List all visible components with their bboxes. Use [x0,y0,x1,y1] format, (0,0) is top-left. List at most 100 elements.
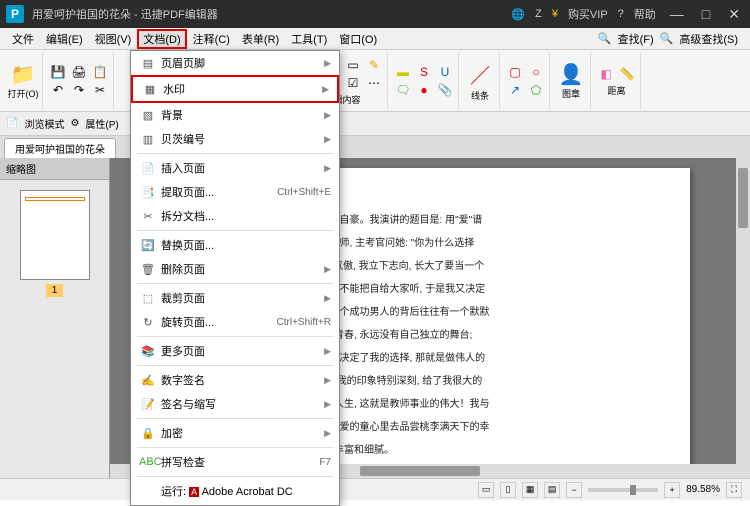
globe-icon[interactable]: 🌐 [511,8,525,21]
submenu-arrow-icon: ▶ [324,134,331,145]
user-label[interactable]: Z [535,8,542,20]
submenu-arrow-icon: ▶ [324,428,331,439]
titlebar: P 用爱呵护祖国的花朵 - 迅捷PDF编辑器 🌐 Z ¥ 购买VIP ? 帮助 … [0,0,750,28]
arrow-tool[interactable]: ↗ [505,81,525,99]
menu-insert-page[interactable]: 📄 插入页面 ▶ [131,156,339,180]
note-tool[interactable]: 🗨 [393,81,413,99]
open-button[interactable]: 📁 打开(O) [7,62,39,100]
flatten-icon: 📝 [139,398,157,411]
content-area: 缩略图 1 朋友们: 机会参加这次演讲, 我感到无比荣幸和自豪。我演讲的题目是:… [0,158,750,478]
print-button[interactable]: 🖨 [69,63,89,81]
replace-page-icon: 🔄 [139,239,157,252]
stamp-tool[interactable]: ● [414,81,434,99]
help-icon[interactable]: ? [618,8,624,20]
zoom-in-button[interactable]: + [664,482,680,498]
cut-button[interactable]: ✂ [90,81,110,99]
view-mode-2[interactable]: ▯ [500,482,516,498]
underline-tool[interactable]: U [435,63,455,81]
submenu-arrow-icon: ▶ [324,346,331,357]
search-icon[interactable]: 🔍 [598,32,612,45]
window-title: 用爱呵护祖国的花朵 - 迅捷PDF编辑器 [32,6,511,22]
more-tool[interactable]: ⋯ [364,74,384,92]
menu-search[interactable]: 查找(F) [612,29,660,49]
props-icon[interactable]: ⚙ [70,118,79,129]
menu-separator [137,153,333,154]
view-mode-1[interactable]: ▭ [478,482,494,498]
browse-mode-label[interactable]: 浏览模式 [24,116,64,131]
document-tab[interactable]: 用爱呵护祖国的花朵 [4,138,116,158]
menu-adv-search[interactable]: 高级查找(S) [673,29,744,49]
menu-file[interactable]: 文件 [6,29,40,49]
zoom-value: 89.58% [686,484,720,495]
menu-document[interactable]: 文档(D) [137,29,186,49]
menu-watermark[interactable]: ▦ 水印 ▶ [131,75,339,103]
menu-replace-page[interactable]: 🔄 替换页面... [131,233,339,257]
rotate-icon: ↻ [139,316,157,329]
menu-run-in[interactable]: 运行: A Adobe Acrobat DC [131,479,339,503]
menu-background[interactable]: ▧ 背景 ▶ [131,103,339,127]
minimize-button[interactable]: — [666,6,688,22]
lines-button[interactable]: ／ 线条 [464,62,496,100]
toolbar2: 📄 浏览模式 ⚙ 属性(P) [0,112,750,136]
page-thumbnail[interactable] [20,190,90,280]
measure-tool[interactable]: 📏 [617,65,637,83]
close-button[interactable]: ✕ [724,6,744,23]
pencil-tool[interactable]: ✎ [364,56,384,74]
help-link[interactable]: 帮助 [634,6,656,22]
copy-button[interactable]: 📋 [90,63,110,81]
distance-label: 距离 [607,84,625,97]
stamp-button[interactable]: 👤 图章 [555,62,587,100]
rect-tool[interactable]: ▢ [505,63,525,81]
menu-digital-signature[interactable]: ✍ 数字签名 ▶ [131,368,339,392]
menu-delete-page[interactable]: 🗑 删除页面 ▶ [131,257,339,281]
menu-encrypt[interactable]: 🔒 加密 ▶ [131,421,339,445]
vip-icon[interactable]: ¥ [552,8,558,20]
lock-icon: 🔒 [139,427,157,440]
adv-search-icon[interactable]: 🔍 [660,32,674,45]
menu-separator [137,230,333,231]
more-pages-icon: 📚 [139,345,157,358]
strike-tool[interactable]: S [414,63,434,81]
eraser-tool[interactable]: ◧ [596,65,616,83]
poly-tool[interactable]: ⬠ [526,81,546,99]
menu-comment[interactable]: 注释(C) [187,29,236,49]
buy-vip-link[interactable]: 购买VIP [568,6,608,22]
stamp-icon: 👤 [559,62,584,87]
menu-spell-check[interactable]: ABC 拼写检查 F7 [131,450,339,474]
zoom-slider[interactable] [588,488,658,492]
save-button[interactable]: 💾 [48,63,68,81]
menu-form[interactable]: 表单(R) [236,29,285,49]
undo-button[interactable]: ↶ [48,81,68,99]
fit-button[interactable]: ⛶ [726,482,742,498]
menu-crop-page[interactable]: ⬚ 裁剪页面 ▶ [131,286,339,310]
view-mode-3[interactable]: ▦ [522,482,538,498]
view-mode-4[interactable]: ▤ [544,482,560,498]
menu-tools[interactable]: 工具(T) [285,29,333,49]
menu-extract-page[interactable]: 📑 提取页面... Ctrl+Shift+E [131,180,339,204]
highlight-tool[interactable]: ▬ [393,63,413,81]
menu-view[interactable]: 视图(V) [89,29,138,49]
menu-rotate-page[interactable]: ↻ 旋转页面... Ctrl+Shift+R [131,310,339,334]
menu-split[interactable]: ✂ 拆分文档... [131,204,339,228]
tab-label: 用爱呵护祖国的花朵 [15,145,105,156]
browse-mode-icon[interactable]: 📄 [6,118,18,129]
menu-window[interactable]: 窗口(O) [333,29,383,49]
menu-header-footer[interactable]: ▤ 页眉页脚 ▶ [131,51,339,75]
menu-sign-flatten[interactable]: 📝 签名与缩写 ▶ [131,392,339,416]
menu-edit[interactable]: 编辑(E) [40,29,89,49]
menu-bates[interactable]: ▥ 贝茨编号 ▶ [131,127,339,151]
attach-tool[interactable]: 📎 [435,81,455,99]
menu-more-pages[interactable]: 📚 更多页面 ▶ [131,339,339,363]
vertical-scrollbar[interactable] [736,158,750,478]
menu-separator [137,476,333,477]
menu-separator [137,283,333,284]
props-label[interactable]: 属性(P) [85,116,118,131]
circle-tool[interactable]: ○ [526,63,546,81]
maximize-button[interactable]: □ [698,6,714,22]
redo-button[interactable]: ↷ [69,81,89,99]
form-tool[interactable]: ☑ [343,74,363,92]
shape-tool[interactable]: ▭ [343,56,363,74]
zoom-out-button[interactable]: − [566,482,582,498]
folder-icon: 📁 [11,62,36,87]
tabbar: 用爱呵护祖国的花朵 [0,136,750,158]
